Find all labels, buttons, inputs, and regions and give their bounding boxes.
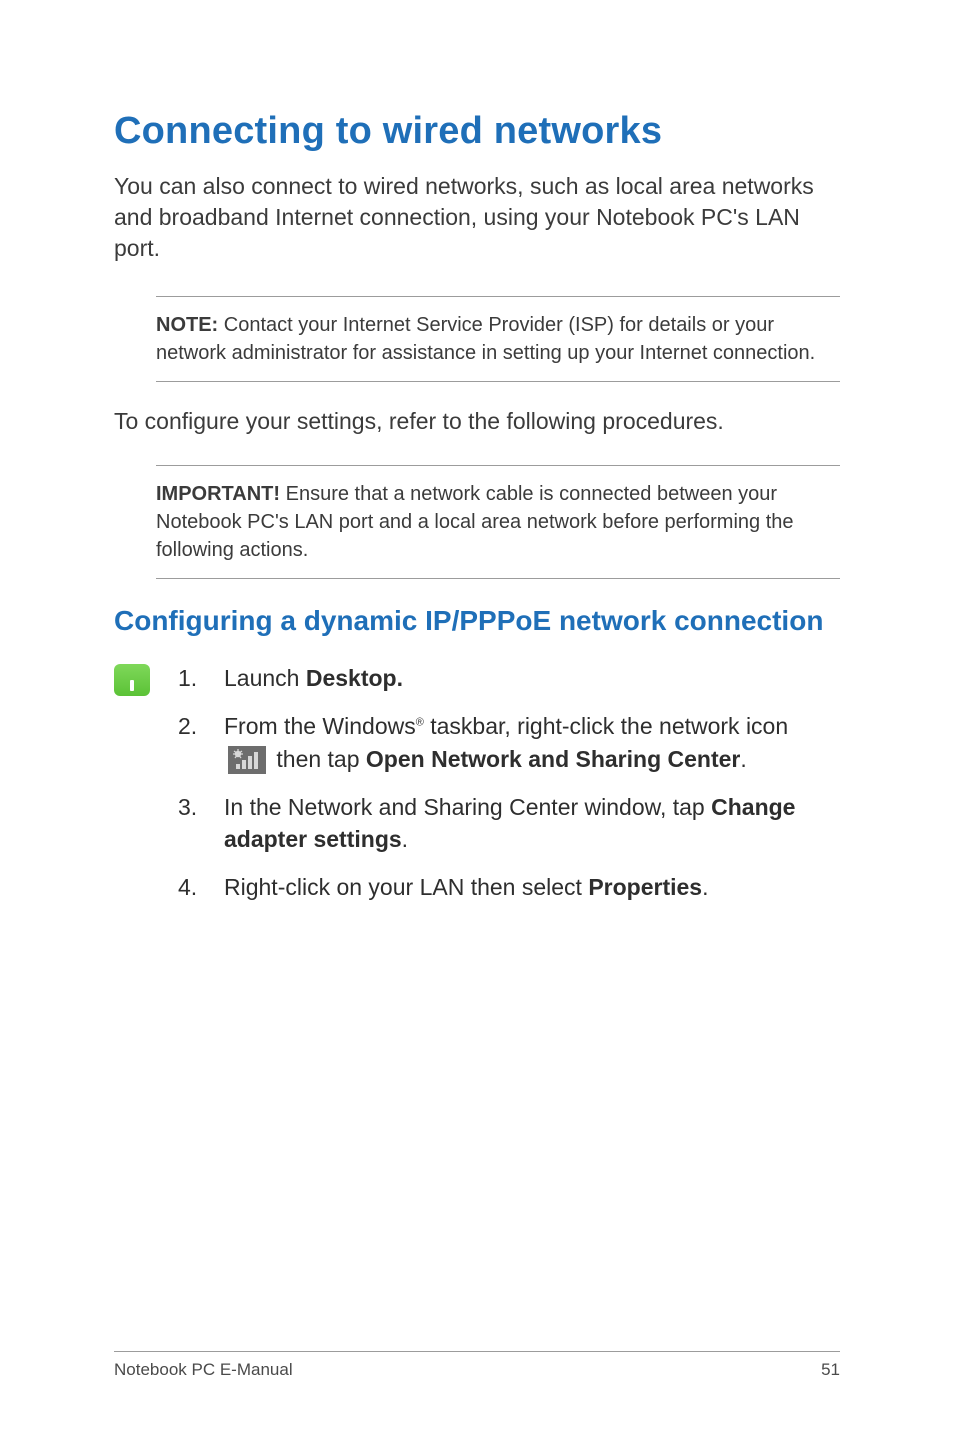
step-1-text-a: Launch xyxy=(224,665,306,691)
mid-paragraph: To configure your settings, refer to the… xyxy=(114,406,840,437)
note-label: NOTE: xyxy=(156,314,218,336)
step-3-text-a: In the Network and Sharing Center window… xyxy=(224,794,711,820)
section-heading: Configuring a dynamic IP/PPPoE network c… xyxy=(114,603,840,638)
step-4-text-c: . xyxy=(702,874,708,900)
note-block: NOTE: Contact your Internet Service Prov… xyxy=(156,296,840,382)
step-1: Launch Desktop. xyxy=(178,662,840,694)
step-1-bold: Desktop. xyxy=(306,665,403,691)
step-4-bold: Properties xyxy=(588,874,702,900)
step-3-text-c: . xyxy=(402,826,408,852)
footer-page-number: 51 xyxy=(821,1360,840,1380)
step-2-text-e: . xyxy=(740,746,746,772)
step-2-text-b: taskbar, right-click the network icon xyxy=(424,713,788,739)
important-label: IMPORTANT! xyxy=(156,483,280,505)
note-text: Contact your Internet Service Provider (… xyxy=(156,314,815,364)
important-block: IMPORTANT! Ensure that a network cable i… xyxy=(156,465,840,579)
step-2-text-c: then tap xyxy=(270,746,366,772)
footer-left: Notebook PC E-Manual xyxy=(114,1360,293,1380)
step-2-bold: Open Network and Sharing Center xyxy=(366,746,740,772)
step-4: Right-click on your LAN then select Prop… xyxy=(178,871,840,903)
touchpad-guide-icon xyxy=(114,662,154,919)
network-tray-icon xyxy=(228,746,266,774)
step-2: From the Windows® taskbar, right-click t… xyxy=(178,710,840,774)
step-4-text-a: Right-click on your LAN then select xyxy=(224,874,588,900)
step-3: In the Network and Sharing Center window… xyxy=(178,791,840,855)
registered-mark: ® xyxy=(416,717,424,729)
step-2-text-a: From the Windows xyxy=(224,713,416,739)
page-footer: Notebook PC E-Manual 51 xyxy=(114,1351,840,1380)
page-title: Connecting to wired networks xyxy=(114,110,840,153)
intro-paragraph: You can also connect to wired networks, … xyxy=(114,171,840,264)
steps-list: Launch Desktop. From the Windows® taskba… xyxy=(178,662,840,919)
